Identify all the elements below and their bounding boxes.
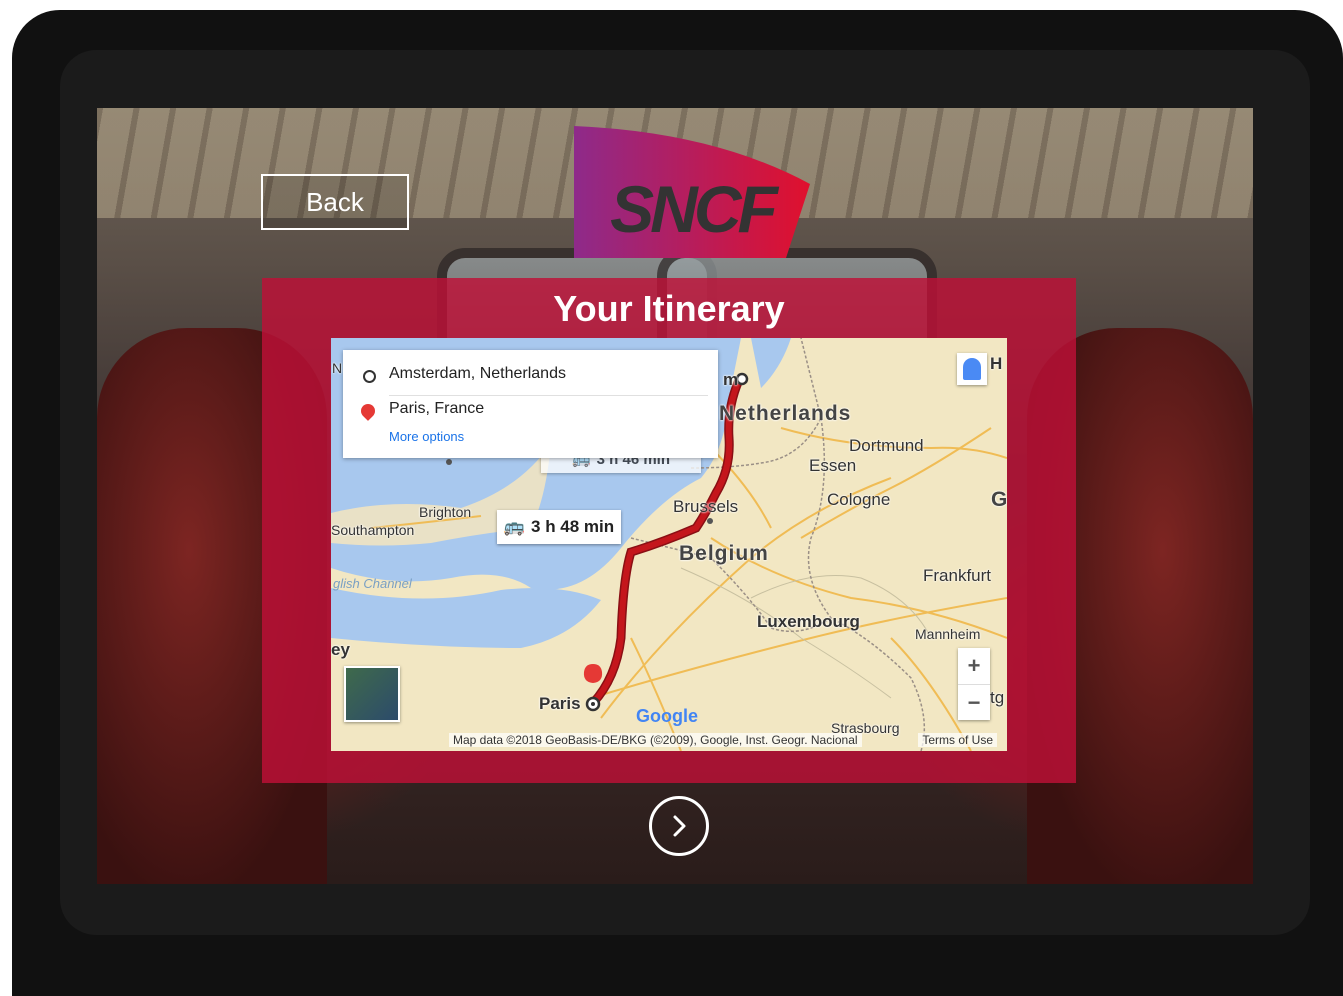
map-label-luxembourg: Luxembourg bbox=[757, 612, 860, 631]
destination-field[interactable]: Paris, France bbox=[389, 400, 484, 418]
logo-text: SNCF bbox=[610, 172, 779, 246]
origin-field[interactable]: Amsterdam, Netherlands bbox=[389, 365, 566, 383]
route-map[interactable]: Netherlands Belgium Luxembourg Dortmund … bbox=[331, 338, 1007, 751]
route-time-badge[interactable]: 🚌 3 h 48 min bbox=[497, 510, 621, 544]
back-button[interactable]: Back bbox=[261, 174, 409, 230]
itinerary-panel: Your Itinerary Netherlands Belgium Luxem… bbox=[262, 278, 1076, 783]
map-label-netherlands: Netherlands bbox=[719, 402, 852, 425]
map-label-edge-tg: tg bbox=[990, 688, 1005, 707]
map-label-edge-g: G bbox=[991, 488, 1007, 511]
google-logo: Google bbox=[636, 706, 698, 726]
zoom-control: + − bbox=[958, 648, 990, 720]
zoom-out-button[interactable]: − bbox=[958, 685, 990, 721]
origin-circle-icon bbox=[363, 370, 376, 383]
map-label-cologne: Cologne bbox=[827, 490, 891, 509]
map-label-edge-ey: ey bbox=[331, 640, 350, 659]
map-label-mannheim: Mannheim bbox=[915, 626, 981, 642]
map-label-frankfurt: Frankfurt bbox=[923, 566, 992, 585]
chevron-right-icon bbox=[673, 815, 686, 837]
destination-pin-icon bbox=[358, 401, 378, 421]
page-title: Your Itinerary bbox=[553, 288, 785, 329]
map-label-essen: Essen bbox=[809, 456, 857, 475]
map-label-brussels: Brussels bbox=[673, 497, 739, 516]
map-label-edge-n: N bbox=[332, 360, 343, 376]
map-attribution: Map data ©2018 GeoBasis-DE/BKG (©2009), … bbox=[449, 733, 862, 747]
app-screen: Back SNCF Your Itinerary Netherlands Bel… bbox=[97, 108, 1253, 884]
map-label-dortmund: Dortmund bbox=[849, 436, 924, 455]
more-options-link[interactable]: More options bbox=[389, 429, 464, 444]
street-view-pegman-icon[interactable] bbox=[957, 353, 987, 385]
map-label-edge-h: H bbox=[990, 354, 1003, 373]
zoom-in-button[interactable]: + bbox=[958, 648, 990, 685]
satellite-toggle[interactable] bbox=[344, 666, 400, 722]
directions-box: Amsterdam, Netherlands Paris, France Mor… bbox=[343, 350, 718, 458]
terms-of-use-link[interactable]: Terms of Use bbox=[918, 733, 997, 747]
map-label-belgium: Belgium bbox=[679, 542, 769, 565]
route-time: 3 h 48 min bbox=[531, 517, 615, 536]
map-label-paris: Paris bbox=[539, 694, 581, 713]
map-label-brighton: Brighton bbox=[419, 504, 472, 520]
sncf-logo: SNCF bbox=[574, 126, 812, 258]
bus-icon: 🚌 bbox=[503, 517, 526, 536]
next-button[interactable] bbox=[649, 796, 709, 856]
directions-divider bbox=[389, 395, 708, 396]
map-label-southampton: Southampton bbox=[331, 522, 415, 538]
map-label-amsterdam-partial: m bbox=[723, 370, 739, 389]
map-label-english-channel: glish Channel bbox=[333, 576, 412, 591]
